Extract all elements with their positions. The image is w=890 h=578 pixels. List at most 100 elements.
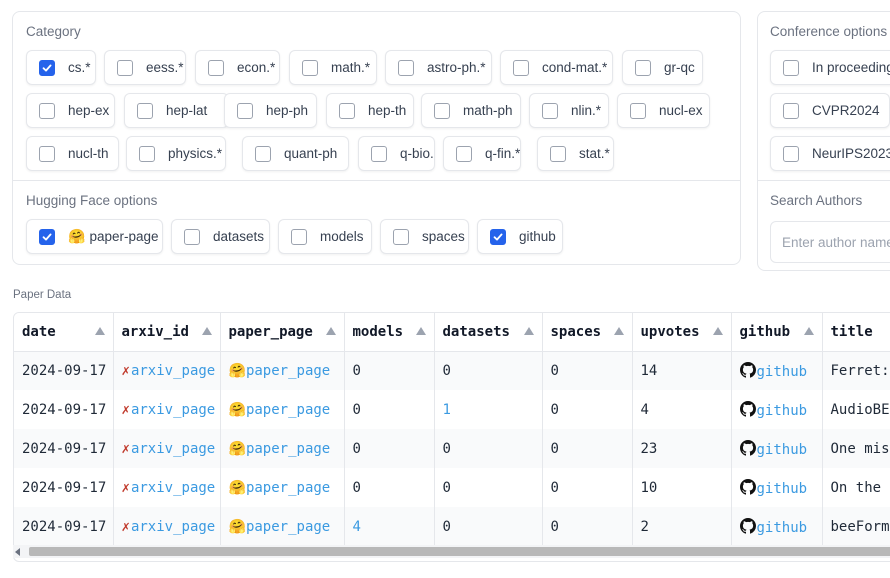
checkbox-icon[interactable]	[184, 228, 200, 245]
checkbox-icon[interactable]	[39, 102, 55, 119]
checkbox-icon[interactable]	[339, 102, 355, 119]
category-checkbox-nucl-ex[interactable]: nucl-ex	[617, 93, 710, 128]
hf-checkbox-paper-page[interactable]: 🤗 paper-page	[26, 219, 163, 254]
hf-checkbox-datasets[interactable]: datasets	[171, 219, 270, 254]
sort-arrow-icon[interactable]	[712, 327, 723, 335]
category-checkbox-quant-ph[interactable]: quant-ph	[242, 136, 349, 171]
arxiv-link[interactable]: arxiv_page	[131, 441, 215, 457]
models-link[interactable]: 4	[353, 519, 361, 535]
paper-page-link[interactable]: paper_page	[246, 441, 330, 457]
category-checkbox-nlin[interactable]: nlin.*	[529, 93, 609, 128]
conference-checkbox-cvpr2024[interactable]: CVPR2024	[770, 93, 890, 128]
category-checkbox-cs[interactable]: cs.*	[26, 50, 96, 85]
sort-arrow-icon[interactable]	[94, 327, 105, 335]
checkbox-icon[interactable]	[393, 228, 409, 245]
column-header-title[interactable]: title	[822, 313, 890, 352]
sort-arrow-icon[interactable]	[415, 327, 426, 335]
category-checkbox-hep-th[interactable]: hep-th	[326, 93, 414, 128]
checkbox-icon[interactable]	[635, 59, 651, 76]
checkbox-icon[interactable]	[456, 145, 472, 162]
category-checkbox-cond-mat[interactable]: cond-mat.*	[500, 50, 613, 85]
checkbox-icon[interactable]	[783, 59, 799, 76]
category-checkbox-eess[interactable]: eess.*	[104, 50, 186, 85]
checkbox-checked-icon[interactable]	[490, 228, 506, 245]
checkbox-icon[interactable]	[302, 59, 318, 76]
paper-page-link[interactable]: paper_page	[246, 480, 330, 496]
github-link[interactable]: github	[757, 403, 808, 419]
checkbox-icon[interactable]	[137, 102, 153, 119]
column-header-upvotes[interactable]: upvotes	[632, 313, 732, 352]
sort-arrow-icon[interactable]	[613, 327, 624, 335]
github-link[interactable]: github	[757, 481, 808, 497]
cell-datasets: 0	[434, 507, 543, 546]
checkbox-icon[interactable]	[630, 102, 646, 119]
hf-checkbox-spaces[interactable]: spaces	[380, 219, 469, 254]
category-checkbox-math-ph[interactable]: math-ph	[421, 93, 521, 128]
sort-arrow-icon[interactable]	[201, 327, 212, 335]
column-header-paper-page[interactable]: paper_page	[220, 313, 345, 352]
conference-checkbox-neurips2023-d[interactable]: NeurIPS2023 D	[770, 136, 890, 171]
category-checkbox-hep-ph[interactable]: hep-ph	[224, 93, 317, 128]
hf-checkbox-github[interactable]: github	[477, 219, 563, 254]
column-header-arxiv-id[interactable]: arxiv_id	[113, 313, 221, 352]
category-checkbox-nucl-th[interactable]: nucl-th	[26, 136, 119, 171]
category-checkbox-gr-qc[interactable]: gr-qc	[622, 50, 703, 85]
horizontal-scrollbar[interactable]	[13, 545, 890, 558]
category-checkbox-q-bio[interactable]: q-bio.*	[358, 136, 435, 171]
github-link[interactable]: github	[757, 520, 808, 536]
arxiv-x-icon: ✗	[121, 518, 130, 535]
checkbox-icon[interactable]	[371, 145, 387, 162]
column-header-github[interactable]: github	[731, 313, 823, 352]
category-checkbox-hep-ex[interactable]: hep-ex	[26, 93, 115, 128]
checkbox-icon[interactable]	[542, 102, 558, 119]
checkbox-label: cs.*	[68, 60, 91, 75]
checkbox-icon[interactable]	[237, 102, 253, 119]
checkbox-icon[interactable]	[783, 145, 799, 162]
checkbox-icon[interactable]	[208, 59, 224, 76]
category-checkbox-q-fin[interactable]: q-fin.*	[443, 136, 521, 171]
checkbox-icon[interactable]	[139, 145, 155, 162]
checkbox-icon[interactable]	[117, 59, 133, 76]
checkbox-checked-icon[interactable]	[39, 59, 55, 76]
column-header-date[interactable]: date	[14, 313, 114, 352]
hf-checkbox-models[interactable]: models	[278, 219, 372, 254]
arxiv-link[interactable]: arxiv_page	[131, 480, 215, 496]
category-checkbox-stat[interactable]: stat.*	[537, 136, 614, 171]
column-header-models[interactable]: models	[344, 313, 435, 352]
conference-checkbox-in-proceedings[interactable]: In proceedings	[770, 50, 890, 85]
checkbox-icon[interactable]	[291, 228, 307, 245]
cell-spaces: 0	[542, 429, 633, 468]
sort-arrow-icon[interactable]	[523, 327, 534, 335]
paper-page-link[interactable]: paper_page	[246, 363, 330, 379]
checkbox-icon[interactable]	[434, 102, 450, 119]
sort-arrow-icon[interactable]	[803, 327, 814, 335]
checkbox-icon[interactable]	[398, 59, 414, 76]
checkbox-icon[interactable]	[255, 145, 271, 162]
github-link[interactable]: github	[757, 364, 808, 380]
arxiv-link[interactable]: arxiv_page	[131, 402, 215, 418]
sort-arrow-icon[interactable]	[325, 327, 336, 335]
category-checkbox-econ[interactable]: econ.*	[195, 50, 280, 85]
arxiv-link[interactable]: arxiv_page	[131, 363, 215, 379]
paper-page-link[interactable]: paper_page	[246, 402, 330, 418]
checkbox-checked-icon[interactable]	[39, 228, 55, 245]
checkbox-icon[interactable]	[783, 102, 799, 119]
arxiv-link[interactable]: arxiv_page	[131, 519, 215, 535]
column-header-datasets[interactable]: datasets	[434, 313, 543, 352]
category-checkbox-physics[interactable]: physics.*	[126, 136, 226, 171]
category-checkbox-math[interactable]: math.*	[289, 50, 377, 85]
scroll-thumb[interactable]	[29, 547, 890, 556]
datasets-link[interactable]: 1	[443, 402, 451, 418]
column-header-spaces[interactable]: spaces	[542, 313, 633, 352]
category-checkbox-hep-lat[interactable]: hep-lat	[124, 93, 229, 128]
github-link[interactable]: github	[757, 442, 808, 458]
paper-page-link[interactable]: paper_page	[246, 519, 330, 535]
author-search-input[interactable]	[770, 221, 890, 263]
scroll-left-icon[interactable]	[15, 548, 20, 556]
checkbox-icon[interactable]	[513, 59, 529, 76]
checkbox-label: spaces	[422, 229, 465, 244]
checkbox-label: CVPR2024	[812, 103, 880, 118]
checkbox-icon[interactable]	[39, 145, 55, 162]
category-checkbox-astro-ph[interactable]: astro-ph.*	[385, 50, 492, 85]
checkbox-icon[interactable]	[550, 145, 566, 162]
